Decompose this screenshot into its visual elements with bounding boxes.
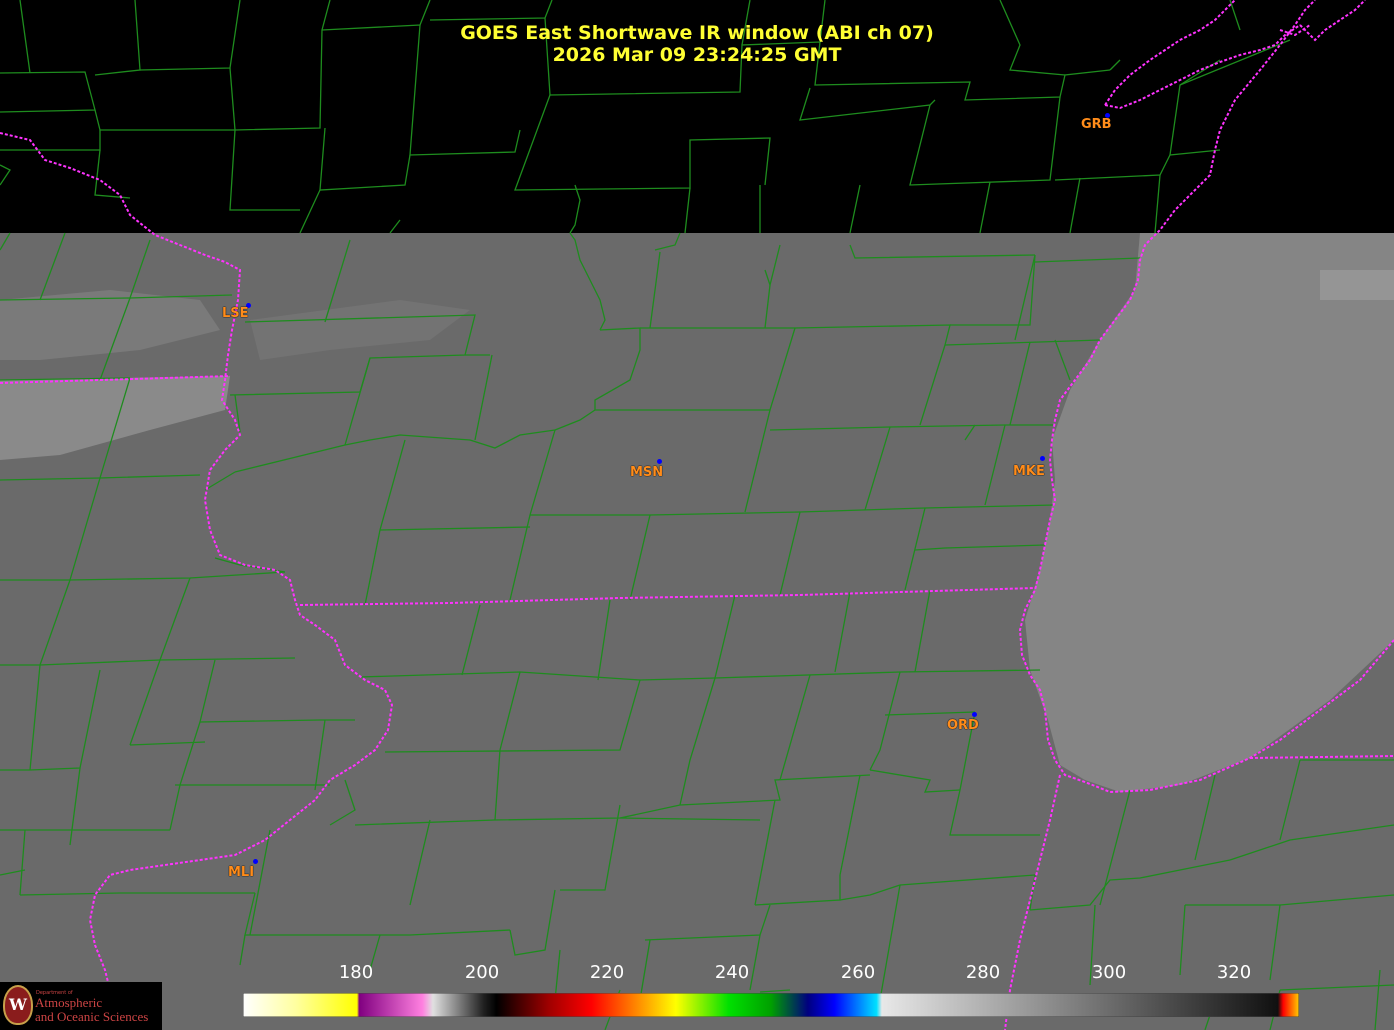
colorbar-tick: 280	[965, 962, 1001, 983]
colorbar-tick: 220	[589, 962, 625, 983]
colorbar-tick: 300	[1091, 962, 1127, 983]
city-label-lse: LSE	[222, 306, 249, 321]
city-dot-ord	[972, 712, 977, 717]
logo-line2: and Oceanic Sciences	[35, 1009, 149, 1024]
map-title-line2: 2026 Mar 09 23:24:25 GMT	[552, 44, 842, 66]
city-label-ord: ORD	[947, 718, 979, 733]
city-label-msn: MSN	[630, 465, 664, 480]
colorbar-tick: 200	[464, 962, 500, 983]
satellite-map	[0, 0, 1394, 1030]
city-dot-mli	[253, 859, 258, 864]
city-label-mke: MKE	[1013, 464, 1045, 479]
colorbar	[243, 993, 1299, 1017]
university-seal: W	[3, 985, 33, 1025]
map-title-line1: GOES East Shortwave IR window (ABI ch 07…	[460, 22, 934, 44]
city-label-grb: GRB	[1081, 117, 1112, 132]
colorbar-tick: 180	[338, 962, 374, 983]
city-dot-msn	[657, 459, 662, 464]
city-label-mli: MLI	[228, 865, 255, 880]
cloud-patch	[1320, 270, 1394, 300]
department-logo: W Department of Atmospheric and Oceanic …	[0, 982, 162, 1030]
colorbar-tick: 260	[840, 962, 876, 983]
city-dot-mke	[1040, 456, 1045, 461]
colorbar-tick: 320	[1216, 962, 1252, 983]
colorbar-tick: 240	[714, 962, 750, 983]
